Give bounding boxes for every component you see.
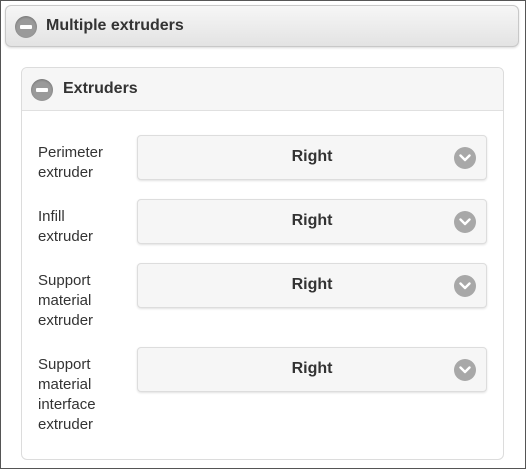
select-value: Right [291,212,333,229]
perimeter-extruder-label: Perimeter extruder [38,144,104,181]
support-material-interface-extruder-label: Support material interface extruder [38,356,96,433]
chevron-down-icon [454,275,476,297]
select-value: Right [291,148,333,165]
multiple-extruders-header[interactable]: Multiple extruders [5,5,519,47]
support-material-extruder-select[interactable]: Right [137,263,487,308]
support-material-extruder-label: Support material extruder [38,272,94,329]
multiple-extruders-title: Multiple extruders [46,17,184,34]
infill-extruder-label: Infill extruder [38,208,94,245]
settings-frame: Multiple extruders Extruders Perimeter e… [0,0,526,469]
extruders-title: Extruders [63,80,138,97]
infill-extruder-select[interactable]: Right [137,199,487,244]
support-material-interface-extruder-select[interactable]: Right [137,347,487,392]
collapse-minus-icon[interactable] [31,79,53,101]
chevron-down-icon [454,147,476,169]
extruders-panel: Extruders Perimeter extruder Right Infil… [21,67,504,460]
select-value: Right [291,276,333,293]
collapse-minus-icon[interactable] [15,16,37,38]
extruders-header[interactable]: Extruders [22,68,503,111]
chevron-down-icon [454,211,476,233]
select-value: Right [291,360,333,377]
perimeter-extruder-select[interactable]: Right [137,135,487,180]
chevron-down-icon [454,359,476,381]
